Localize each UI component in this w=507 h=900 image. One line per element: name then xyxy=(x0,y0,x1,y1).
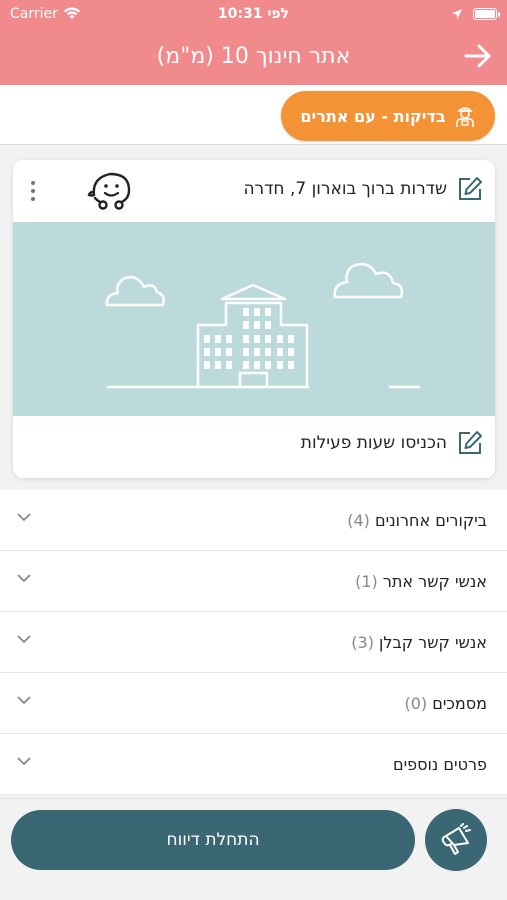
address-row[interactable]: שדרות ברוך בוארון 7, חדרה xyxy=(243,176,483,202)
site-address: שדרות ברוך בוארון 7, חדרה xyxy=(243,179,447,199)
accordion-count: (1) xyxy=(355,571,378,591)
start-report-button[interactable]: התחלת דיווח xyxy=(11,810,415,870)
back-button[interactable] xyxy=(461,39,495,73)
battery-icon xyxy=(473,7,500,20)
accordion-label: מסמכים xyxy=(432,693,487,713)
filter-strip: בדיקות - עם אתרים xyxy=(0,85,507,145)
megaphone-icon xyxy=(441,823,471,855)
site-card: שדרות ברוך בוארון 7, חדרה הכניסו שעות פע… xyxy=(13,160,495,478)
bottom-action-bar: התחלת דיווח xyxy=(0,798,507,900)
waze-icon xyxy=(87,172,131,210)
announce-button[interactable] xyxy=(425,809,487,871)
more-vertical-icon[interactable] xyxy=(23,176,43,206)
nav-bar: אתר חינוך 10 (מ"מ) xyxy=(0,27,507,85)
accordion-contractor-contacts[interactable]: אנשי קשר קבלן (3) xyxy=(0,612,507,673)
operating-hours-prompt: הכניסו שעות פעילות xyxy=(300,433,447,453)
site-details-accordion: ביקורים אחרונים (4) אנשי קשר אתר (1) אנש… xyxy=(0,490,507,795)
accordion-label: פרטים נוספים xyxy=(392,754,487,774)
accordion-documents[interactable]: מסמכים (0) xyxy=(0,673,507,734)
chip-label: בדיקות - עם אתרים xyxy=(300,106,446,126)
carrier-label: Carrier xyxy=(10,5,58,22)
edit-icon xyxy=(459,431,482,454)
site-card-header: שדרות ברוך בוארון 7, חדרה xyxy=(13,160,495,222)
accordion-label: אנשי קשר קבלן xyxy=(379,632,487,652)
status-bar: Carrier 10:31 לפי xyxy=(0,0,507,27)
accordion-label: אנשי קשר אתר xyxy=(382,571,487,591)
accordion-count: (0) xyxy=(404,693,428,713)
accordion-label: ביקורים אחרונים xyxy=(375,510,487,530)
waze-button[interactable] xyxy=(87,170,133,214)
accordion-more-details[interactable]: פרטים נוספים xyxy=(0,734,507,795)
chevron-down-icon xyxy=(17,696,31,705)
wifi-icon xyxy=(63,7,80,19)
edit-icon[interactable] xyxy=(457,176,483,202)
chevron-down-icon xyxy=(17,574,31,583)
chevron-down-icon xyxy=(17,635,31,644)
accordion-count: (3) xyxy=(351,632,374,652)
accordion-site-contacts[interactable]: אנשי קשר אתר (1) xyxy=(0,551,507,612)
inspection-chip[interactable]: בדיקות - עם אתרים xyxy=(281,91,495,141)
chevron-down-icon xyxy=(17,513,31,522)
chevron-down-icon xyxy=(17,757,31,766)
accordion-recent-visits[interactable]: ביקורים אחרונים (4) xyxy=(0,490,507,551)
site-illustration xyxy=(13,222,495,416)
location-arrow-icon xyxy=(452,8,462,19)
accordion-count: (4) xyxy=(347,510,370,530)
arrow-right-icon xyxy=(464,44,491,68)
operating-hours-row[interactable]: הכניסו שעות פעילות xyxy=(301,430,483,456)
page-title: אתר חינוך 10 (מ"מ) xyxy=(156,43,351,69)
inspector-icon xyxy=(455,107,474,127)
